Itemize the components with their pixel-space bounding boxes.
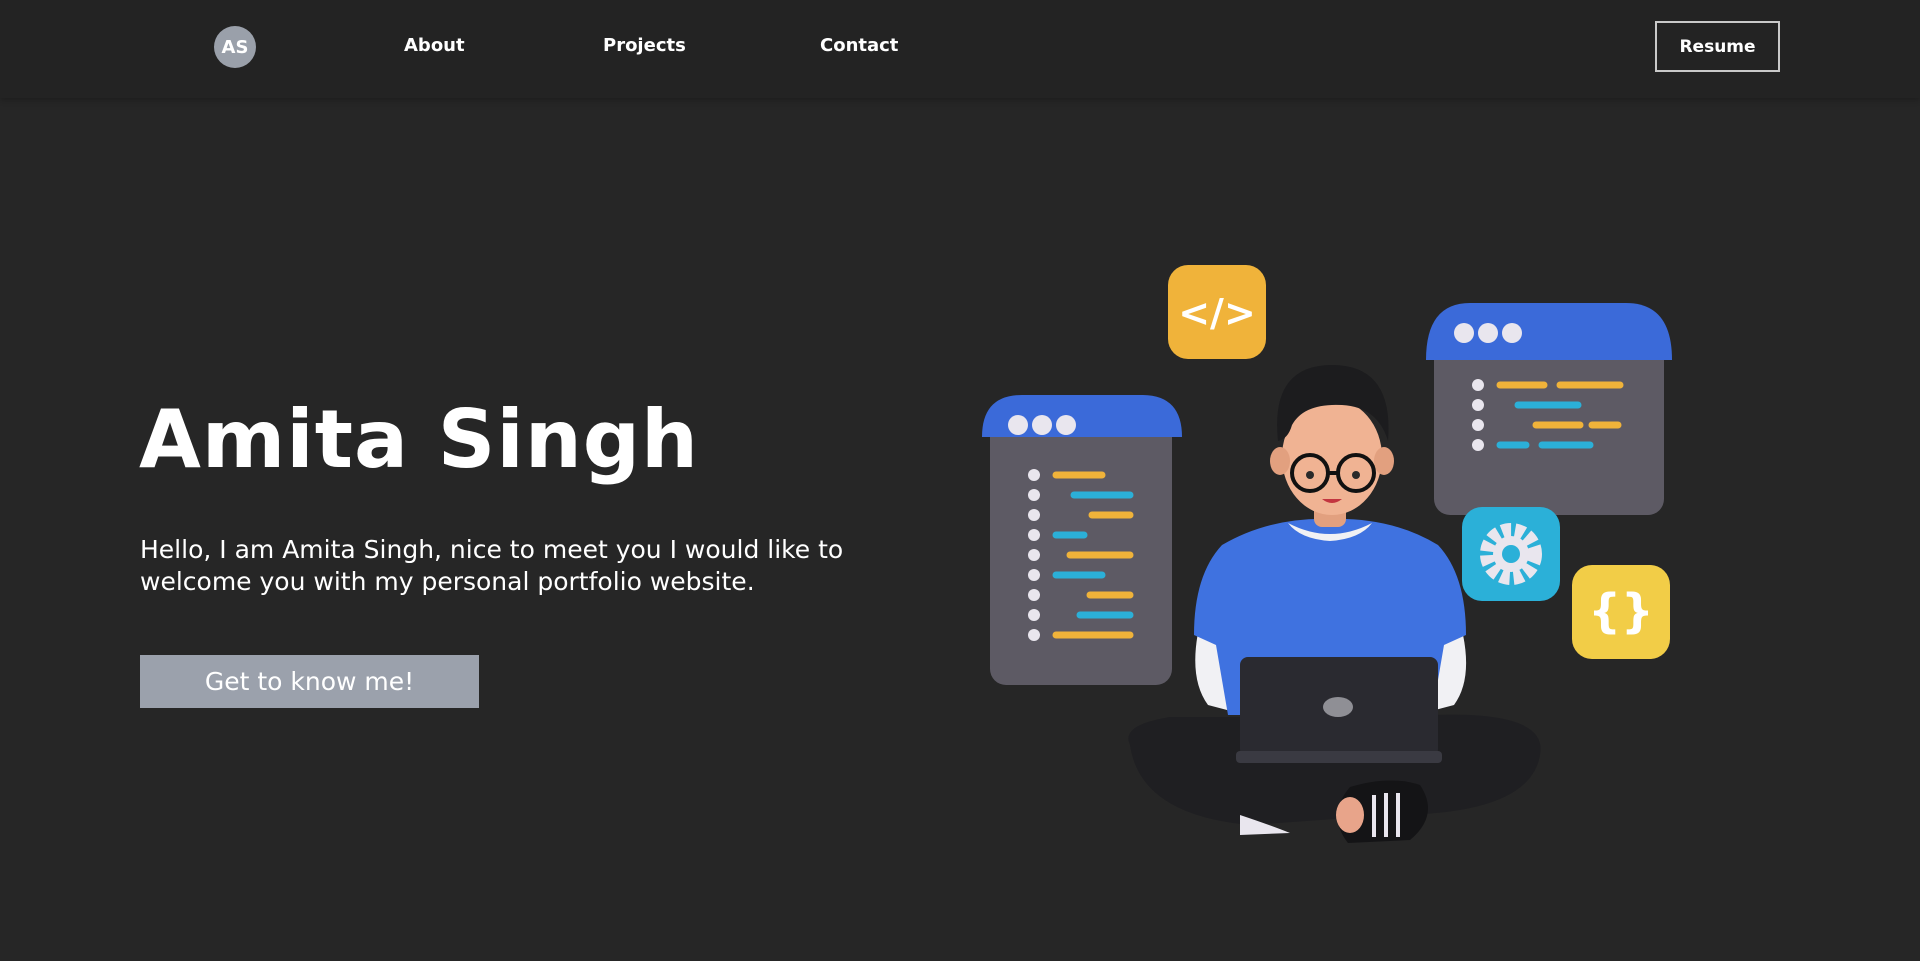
svg-text:</>: </>: [1178, 291, 1256, 335]
nav-link-contact[interactable]: Contact: [820, 34, 898, 58]
logo-avatar[interactable]: AS: [214, 26, 256, 68]
curly-braces-icon: {}: [1572, 565, 1670, 659]
svg-text:{}: {}: [1588, 584, 1654, 638]
resume-button[interactable]: Resume: [1655, 21, 1780, 72]
hero-name: Amita Singh: [139, 393, 699, 486]
top-navbar: AS About Projects Contact Resume: [0, 0, 1920, 98]
left-code-window-icon: [982, 395, 1182, 685]
right-code-window-icon: [1426, 303, 1672, 515]
developer-illustration: </> {}: [970, 255, 1690, 855]
code-tag-icon: </>: [1168, 265, 1266, 359]
gear-icon: [1462, 507, 1560, 601]
get-to-know-me-button[interactable]: Get to know me!: [140, 655, 479, 708]
nav-link-about[interactable]: About: [404, 34, 465, 58]
hero-intro-text: Hello, I am Amita Singh, nice to meet yo…: [140, 535, 844, 596]
nav-link-projects[interactable]: Projects: [603, 34, 686, 58]
